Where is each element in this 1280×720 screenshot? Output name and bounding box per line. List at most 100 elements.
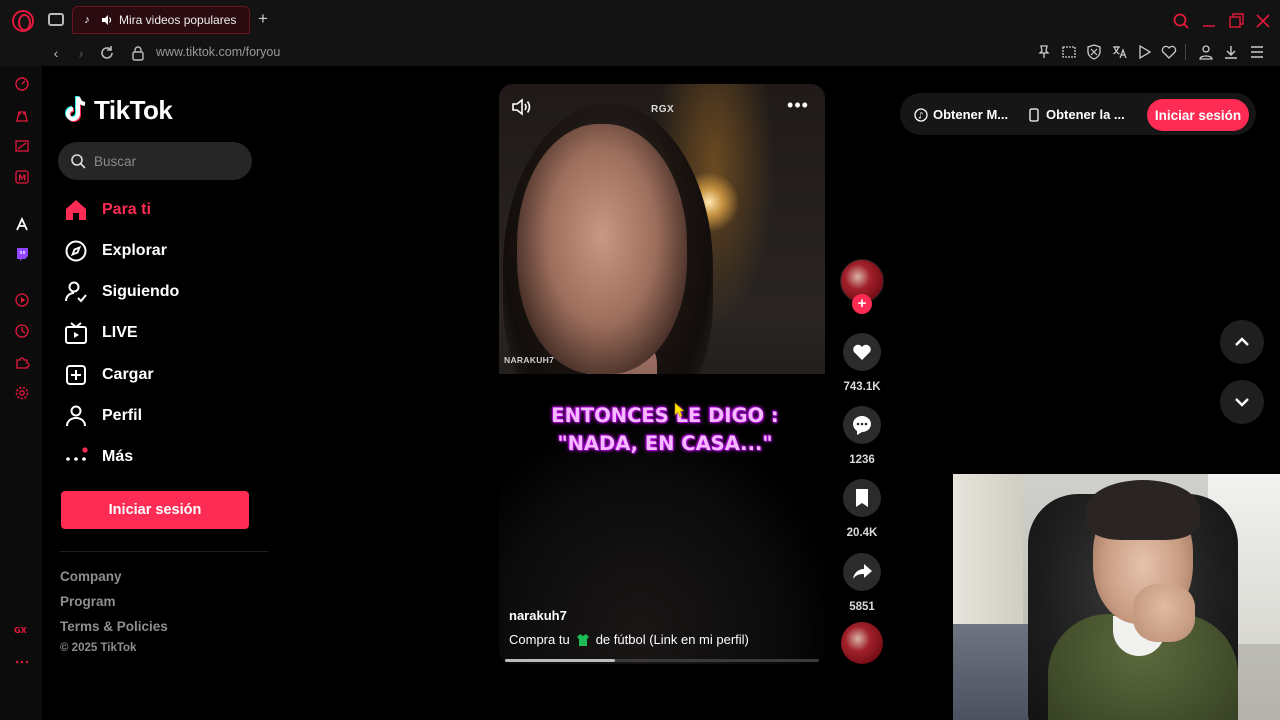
screen: { "browser": { "tab_title": "Mira videos…	[0, 0, 1280, 720]
get-coins-label: Obtener M...	[933, 107, 1009, 122]
caption-line-1: ENTONCES LE DIGO :	[551, 404, 779, 427]
nav-item-mas[interactable]: Más	[64, 442, 133, 472]
home-icon	[64, 198, 88, 222]
nav-item-para-ti[interactable]: Para ti	[64, 195, 151, 225]
caption-line-2: "NADA, EN CASA..."	[557, 432, 773, 455]
like-button[interactable]	[843, 333, 881, 371]
toolbar-separator	[1185, 44, 1186, 60]
aria-ai-icon[interactable]	[14, 216, 30, 232]
follow-plus-icon[interactable]: +	[852, 294, 872, 314]
browser-tab-active[interactable]: ♪ Mira videos populares	[72, 6, 250, 34]
tab-switcher-icon[interactable]	[48, 13, 64, 26]
next-video-button[interactable]	[1220, 380, 1264, 424]
search-bar[interactable]	[58, 142, 252, 180]
share-button[interactable]	[843, 553, 881, 591]
history-icon[interactable]	[14, 323, 30, 339]
save-button[interactable]	[843, 479, 881, 517]
volume-icon[interactable]	[511, 97, 533, 117]
chevron-up-icon	[1235, 337, 1249, 346]
twitch-icon[interactable]	[14, 246, 30, 262]
tiktok-favicon-icon: ♪	[84, 14, 90, 26]
pin-icon[interactable]	[1036, 44, 1052, 60]
download-icon[interactable]	[1223, 44, 1239, 60]
jersey-emoji-icon	[576, 633, 589, 646]
settings-icon[interactable]	[14, 385, 30, 401]
comment-count: 1236	[849, 454, 875, 466]
video-badge: RGX	[651, 104, 675, 115]
profile-icon	[64, 404, 88, 428]
nav-label: Perfil	[102, 407, 143, 424]
chevron-down-icon	[1235, 398, 1249, 407]
previous-video-button[interactable]	[1220, 320, 1264, 364]
comment-bubble-icon	[853, 416, 871, 435]
nav-label: Siguiendo	[102, 283, 180, 300]
nav-label: Más	[102, 448, 134, 465]
login-button-sidebar[interactable]: Iniciar sesión	[61, 491, 249, 529]
tab-title: Mira videos populares	[119, 13, 237, 27]
search-input[interactable]	[94, 153, 234, 169]
get-coins-button[interactable]: ♪ Obtener M...	[914, 107, 1008, 122]
nav-item-cargar[interactable]: Cargar	[64, 360, 154, 390]
gx-corner-icon[interactable]: GX	[14, 622, 30, 638]
forward-icon[interactable]: ›	[72, 44, 90, 62]
close-window-icon[interactable]	[1254, 12, 1272, 30]
footer-copyright: © 2025 TikTok	[60, 642, 137, 654]
description-text-before: Compra tu	[509, 632, 570, 647]
save-count: 20.4K	[846, 527, 878, 539]
new-tab-button[interactable]: +	[254, 10, 272, 28]
nav-item-live[interactable]: LIVE	[64, 318, 138, 348]
svg-text:M: M	[18, 174, 26, 183]
sound-disc-avatar[interactable]	[841, 622, 883, 664]
search-tabs-icon[interactable]	[1172, 12, 1190, 30]
footer-company-link[interactable]: Company	[60, 569, 122, 584]
shop-icon[interactable]	[14, 108, 30, 124]
minimize-icon[interactable]	[1200, 12, 1218, 30]
video-progress-bar[interactable]	[505, 659, 819, 662]
video-player[interactable]	[499, 84, 825, 664]
easy-setup-icon[interactable]	[1249, 44, 1265, 60]
nav-item-explorar[interactable]: Explorar	[64, 236, 167, 266]
reload-icon[interactable]	[98, 44, 116, 62]
player-icon[interactable]	[1136, 44, 1152, 60]
url-field[interactable]: www.tiktok.com/foryou	[156, 44, 280, 60]
heart-icon	[853, 344, 871, 360]
live-tv-icon	[64, 321, 88, 345]
sidebar-more-icon[interactable]	[14, 654, 30, 670]
nav-item-siguiendo[interactable]: Siguiendo	[64, 277, 179, 307]
gx-mail-icon[interactable]: M	[14, 169, 30, 185]
search-icon	[71, 154, 86, 169]
comment-button[interactable]	[843, 406, 881, 444]
webcam-person-hand	[1133, 584, 1195, 642]
tab-audio-icon[interactable]	[101, 14, 113, 26]
tiktok-logo[interactable]: TikTok	[64, 94, 173, 126]
footer-terms-link[interactable]: Terms & Policies	[60, 619, 168, 634]
video-watermark: NARAKUH7	[504, 355, 555, 365]
adblock-icon[interactable]	[1086, 44, 1102, 60]
account-icon[interactable]	[1198, 44, 1214, 60]
footer-program-link[interactable]: Program	[60, 594, 116, 609]
tiktok-note-icon	[65, 96, 86, 122]
speed-dial-icon[interactable]	[14, 76, 30, 92]
back-icon[interactable]: ‹	[47, 44, 65, 62]
share-arrow-icon	[853, 564, 872, 579]
video-username[interactable]: narakuh7	[509, 608, 567, 623]
upload-icon	[64, 363, 88, 387]
login-button-top[interactable]: Iniciar sesión	[1147, 99, 1249, 131]
opera-logo-icon[interactable]	[12, 10, 34, 32]
nav-item-perfil[interactable]: Perfil	[64, 401, 142, 431]
game-news-icon[interactable]	[14, 138, 30, 154]
tiktok-wordmark: TikTok	[94, 94, 173, 125]
lock-icon[interactable]	[129, 44, 147, 62]
compass-icon	[64, 239, 88, 263]
restore-icon[interactable]	[1227, 12, 1245, 30]
video-subject-face	[517, 124, 687, 374]
extensions-icon[interactable]	[14, 354, 30, 370]
translate-icon[interactable]	[1111, 44, 1127, 60]
player-sidebar-icon[interactable]	[14, 292, 30, 308]
video-description: Compra tu de fútbol (Link en mi perfil)	[509, 632, 749, 647]
get-app-button[interactable]: Obtener la ...	[1027, 107, 1125, 122]
snapshot-icon[interactable]	[1061, 44, 1077, 60]
video-more-options-icon[interactable]: •••	[786, 96, 810, 116]
mouse-cursor-icon	[674, 402, 685, 418]
heart-bookmark-icon[interactable]	[1161, 44, 1177, 60]
